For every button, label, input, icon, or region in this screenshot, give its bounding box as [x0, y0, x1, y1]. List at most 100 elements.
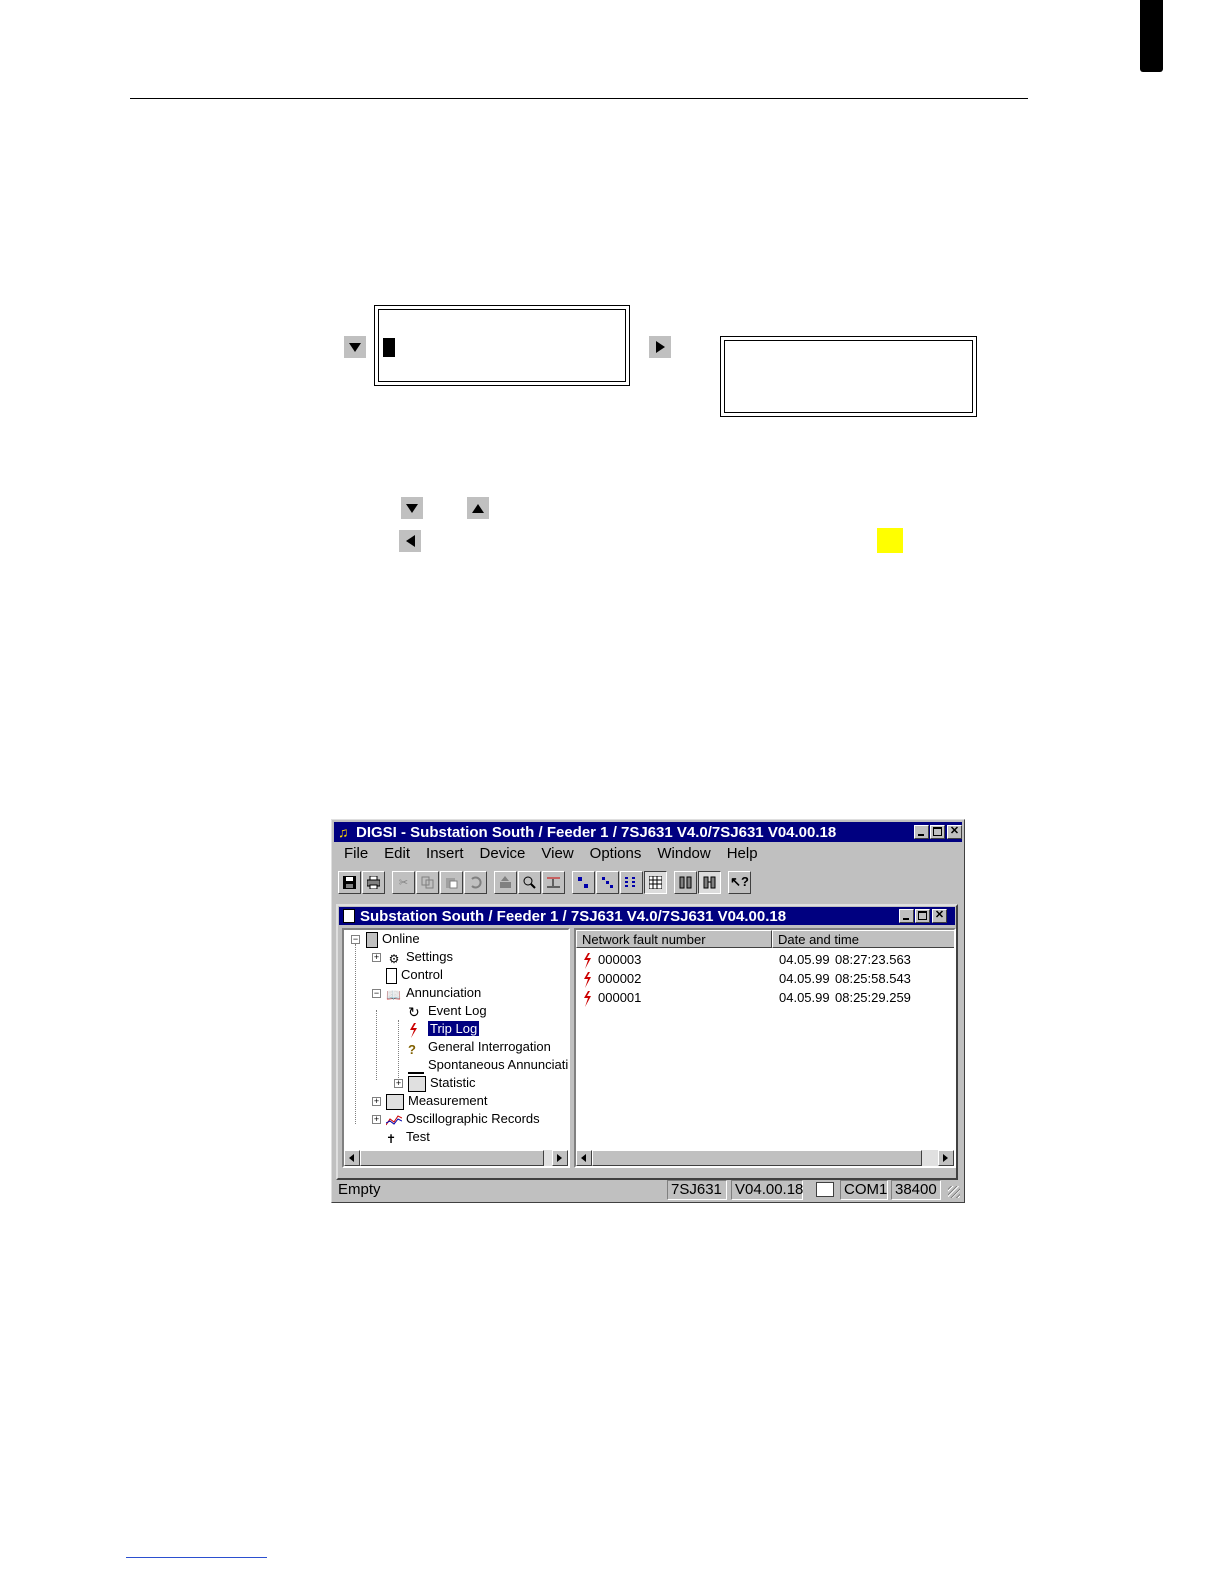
list-horizontal-scrollbar[interactable] [576, 1150, 954, 1166]
resize-grip-icon[interactable] [948, 1186, 960, 1198]
tree-expand-measurement[interactable]: + [372, 1097, 381, 1106]
menu-bar: File Edit Insert Device View Options Win… [336, 844, 766, 864]
tree-pane: − Online + ⚙ Settings Control − 📖 Annuncia… [342, 928, 570, 1168]
scroll-thumb[interactable] [592, 1150, 922, 1166]
fault-date: 04.05.99 [779, 952, 830, 967]
scroll-right-button[interactable] [938, 1150, 954, 1166]
menu-insert[interactable]: Insert [418, 844, 472, 864]
fault-time: 08:27:23.563 [835, 952, 911, 967]
details-view-icon[interactable] [644, 870, 667, 894]
child-minimize-button[interactable] [899, 909, 914, 923]
menu-view[interactable]: View [533, 844, 581, 864]
device-window-icon [343, 909, 355, 923]
app-icon: ♫ [338, 824, 349, 840]
tree-item-event-log[interactable]: ↻ Event Log [408, 1002, 487, 1019]
list-row[interactable]: 000002 04.05.99 08:25:58.543 [576, 969, 911, 988]
right-key-icon [649, 336, 671, 358]
scroll-left-button[interactable] [344, 1150, 360, 1166]
large-icons-icon[interactable] [572, 870, 595, 894]
status-version: V04.00.18 [731, 1180, 803, 1200]
list-row[interactable]: 000003 04.05.99 08:27:23.563 [576, 950, 911, 969]
tree-collapse-online[interactable]: − [351, 935, 360, 944]
statistic-icon [408, 1075, 426, 1092]
menu-edit[interactable]: Edit [376, 844, 418, 864]
child-close-button[interactable]: ✕ [932, 909, 947, 923]
tree-expand-oscillographic-records[interactable]: + [372, 1115, 381, 1124]
tree-item-trip-log[interactable]: Trip Log [408, 1020, 480, 1038]
page-edge-tab [1140, 0, 1163, 72]
tree-item-oscillographic-records[interactable]: Oscillographic Records [385, 1110, 540, 1127]
tree-expand-statistic[interactable]: + [394, 1079, 403, 1088]
context-help-icon[interactable]: ↖? [728, 870, 751, 894]
minimize-button[interactable] [914, 825, 929, 839]
undo-icon[interactable] [464, 870, 487, 894]
tree-item-test[interactable]: ✝ Test [386, 1128, 430, 1146]
copy-icon[interactable] [416, 870, 439, 894]
tree-item-general-interrogation[interactable]: ? General Interrogation [408, 1038, 551, 1057]
event-log-icon: ↻ [408, 1003, 420, 1020]
list-view-icon[interactable] [620, 870, 643, 894]
menu-file[interactable]: File [336, 844, 376, 864]
menu-window[interactable]: Window [649, 844, 718, 864]
footer-rule [126, 1557, 267, 1558]
tree-item-spontaneous-annunciation[interactable]: Spontaneous Annunciatio [408, 1056, 568, 1074]
menu-device[interactable]: Device [472, 844, 534, 864]
status-port: COM1 [840, 1180, 888, 1200]
fault-date: 04.05.99 [779, 971, 830, 986]
cut-icon[interactable]: ✂ [392, 870, 415, 894]
tree-horizontal-scrollbar[interactable] [344, 1150, 568, 1166]
status-bar: Empty 7SJ631 V04.00.18 COM1 38400 [334, 1180, 962, 1200]
paste-icon[interactable] [440, 870, 463, 894]
fault-bolt-icon [582, 990, 592, 1007]
fault-bolt-icon [582, 952, 592, 969]
maximize-button[interactable] [930, 825, 945, 839]
lcd-display-right [720, 336, 977, 417]
scroll-left-button[interactable] [576, 1150, 592, 1166]
tree-item-settings[interactable]: ⚙ Settings [386, 948, 453, 966]
list-row[interactable]: 000001 04.05.99 08:25:29.259 [576, 988, 911, 1007]
toolbar: ✂ ↖? [338, 869, 752, 895]
tree-item-annunciation[interactable]: 📖 Annunciation [386, 984, 481, 1002]
menu-help[interactable]: Help [719, 844, 766, 864]
left-key-icon [399, 530, 421, 552]
tree-item-online[interactable]: Online [366, 930, 420, 948]
print-icon[interactable] [362, 870, 385, 894]
menu-options[interactable]: Options [582, 844, 650, 864]
device-child-window: Substation South / Feeder 1 / 7SJ631 V4.… [336, 904, 958, 1180]
tree-collapse-annunciation[interactable]: − [372, 989, 381, 998]
child-title-bar: Substation South / Feeder 1 / 7SJ631 V4.… [339, 907, 955, 925]
main-title-bar: ♫ DIGSI - Substation South / Feeder 1 / … [334, 822, 962, 842]
online-device-icon [366, 931, 378, 948]
trip-log-list-pane: Network fault number Date and time 00000… [574, 928, 956, 1168]
tree-item-statistic[interactable]: Statistic [408, 1074, 476, 1092]
connect-icon[interactable] [674, 870, 697, 894]
tree-expand-settings[interactable]: + [372, 953, 381, 962]
scroll-right-button[interactable] [552, 1150, 568, 1166]
down-key-icon [344, 336, 366, 358]
measurement-icon [386, 1093, 404, 1110]
save-icon[interactable] [338, 870, 361, 894]
status-device: 7SJ631 [667, 1180, 727, 1200]
small-icons-icon[interactable] [596, 870, 619, 894]
column-header-fault-number[interactable]: Network fault number [576, 930, 772, 948]
status-text: Empty [338, 1181, 381, 1198]
trip-log-bolt-icon [408, 1022, 424, 1038]
tree-item-control[interactable]: Control [386, 966, 443, 984]
close-button[interactable]: ✕ [947, 825, 962, 839]
online-icon[interactable] [698, 870, 721, 894]
fault-time: 08:25:29.259 [835, 990, 911, 1005]
settings-icon: ⚙ [388, 951, 400, 966]
column-header-date-time[interactable]: Date and time [772, 930, 954, 948]
fault-number: 000002 [598, 971, 642, 986]
control-icon [386, 967, 397, 984]
digsi-window: ♫ DIGSI - Substation South / Feeder 1 / … [331, 819, 965, 1203]
device-upload-icon[interactable] [494, 870, 517, 894]
child-window-title: Substation South / Feeder 1 / 7SJ631 V4.… [360, 907, 787, 925]
compare-icon[interactable] [542, 870, 565, 894]
spontaneous-annunciation-icon [408, 1058, 424, 1074]
scroll-thumb[interactable] [360, 1150, 544, 1166]
child-maximize-button[interactable] [915, 909, 930, 923]
connection-icon [816, 1182, 834, 1197]
find-icon[interactable] [518, 870, 541, 894]
tree-item-measurement[interactable]: Measurement [386, 1092, 487, 1110]
